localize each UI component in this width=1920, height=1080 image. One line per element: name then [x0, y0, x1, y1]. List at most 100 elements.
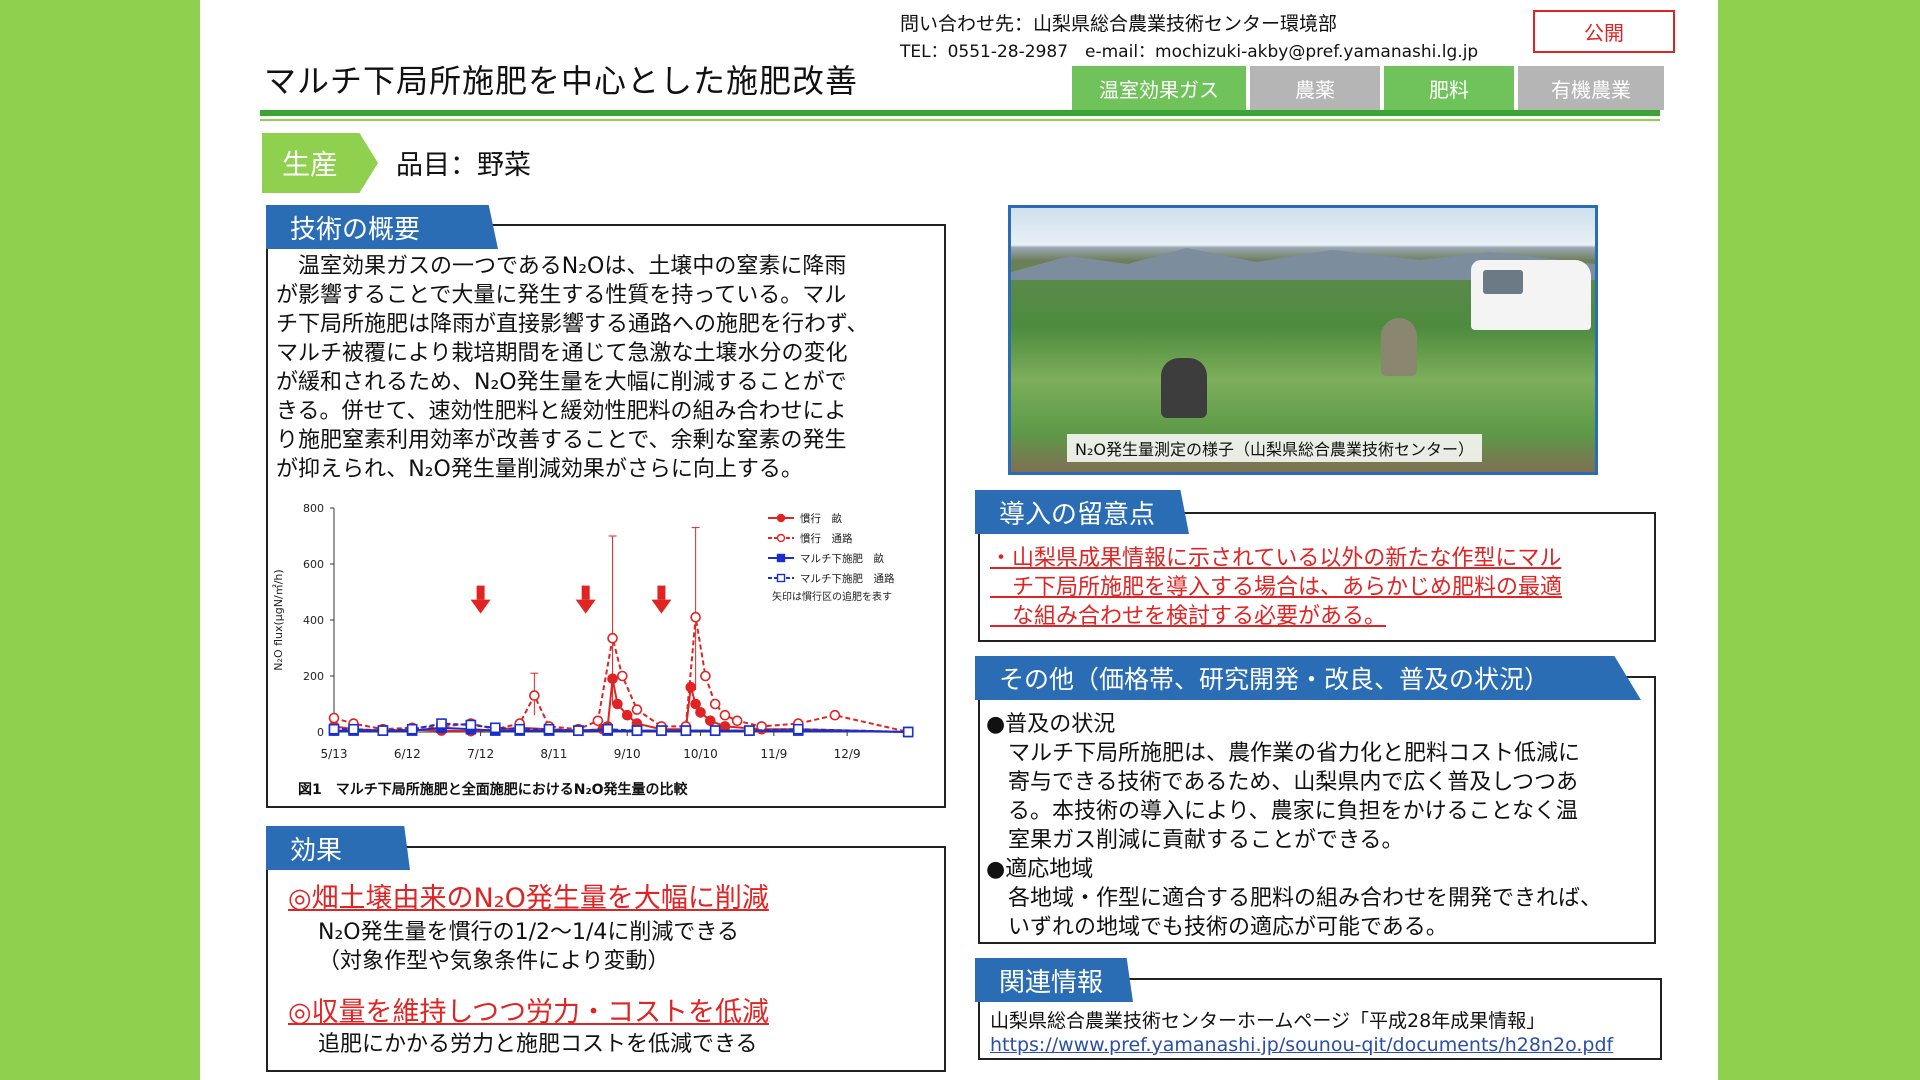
- data-point: [621, 709, 633, 721]
- page-title: マルチ下局所施肥を中心とした施肥改善: [264, 62, 859, 100]
- spread-heading: ●普及の状況: [986, 712, 1116, 737]
- data-point: [328, 712, 340, 724]
- header-rule: [260, 110, 1660, 116]
- legend-label: マルチ下施肥 通路: [800, 572, 895, 585]
- category-tab-organic[interactable]: 有機農業: [1518, 66, 1664, 110]
- sector-label: 生産: [262, 133, 378, 193]
- topdress-arrow-shaft: [657, 585, 666, 600]
- data-point: [690, 698, 701, 710]
- y-tick-label: 400: [303, 614, 324, 627]
- legend-note: 矢印は慣行区の追肥を表す: [772, 590, 892, 603]
- data-point: [514, 723, 526, 735]
- x-tick-label: 9/10: [614, 747, 641, 761]
- data-point: [680, 725, 692, 736]
- document-page: 問い合わせ先：山梨県総合農業技術センター環境部 TEL：0551-28-2987…: [200, 0, 1718, 1080]
- data-point: [792, 723, 804, 735]
- data-point: [656, 725, 667, 736]
- field-photo: N₂O発生量測定の様子（山梨県総合農業技術センター）: [1008, 205, 1598, 475]
- overview-line: が抑えられ、N₂O発生量削減効果がさらに向上する。: [276, 457, 803, 482]
- data-point: [690, 611, 701, 623]
- overview-line: マルチ被覆により栽培期間を通じて急激な土壌水分の変化: [276, 341, 848, 366]
- legend-marker: [776, 533, 786, 543]
- data-point: [631, 704, 643, 715]
- data-point: [631, 725, 643, 736]
- data-point: [328, 723, 340, 735]
- figure-caption: 図1 マルチ下局所施肥と全面施肥におけるN₂O発生量の比較: [298, 781, 688, 798]
- header-rule-thin: [260, 119, 1660, 121]
- data-point: [592, 715, 604, 727]
- item-label: 品目：野菜: [396, 150, 531, 181]
- y-tick-label: 800: [303, 502, 324, 515]
- legend-label: 慣行 通路: [800, 532, 853, 545]
- caution-line: な組み合わせを検討する必要がある。: [990, 604, 1387, 629]
- legend-label: マルチ下施肥 畝: [800, 552, 884, 565]
- effect-detail-2: 追肥にかかる労力と施肥コストを低減できる: [318, 1032, 758, 1057]
- related-label: 関連情報: [975, 958, 1133, 1002]
- data-point: [607, 673, 618, 685]
- data-point: [704, 715, 716, 727]
- data-point: [685, 681, 697, 693]
- y-tick-label: 0: [317, 726, 324, 739]
- data-point: [617, 670, 628, 682]
- overview-label: 技術の概要: [266, 205, 498, 249]
- data-point: [612, 698, 623, 710]
- data-point: [436, 718, 447, 729]
- caution-line: チ下局所施肥を導入する場合は、あらかじめ肥料の最適: [990, 575, 1563, 600]
- topdress-arrow-head: [470, 599, 491, 614]
- data-point: [902, 726, 914, 738]
- region-line: いずれの地域でも技術の適応が可能である。: [1008, 915, 1448, 940]
- photo-person: [1381, 318, 1417, 376]
- n2o-chart: 0 200 400 600 800 5/13 6/12 7/12 8/11 9/10 10/10 11…: [272, 502, 914, 798]
- data-point: [602, 723, 613, 735]
- data-point: [529, 690, 540, 701]
- overview-line: が影響することで大量に発生する性質を持っている。マル: [276, 283, 847, 308]
- data-point: [731, 715, 743, 727]
- overview-line: チ下局所施肥は降雨が直接影響する通路への施肥を行わず、: [276, 312, 869, 337]
- legend-marker: [776, 573, 786, 583]
- photo-van: [1471, 260, 1591, 330]
- x-tick-label: 5/13: [321, 747, 348, 761]
- topdress-arrow-shaft: [476, 585, 485, 600]
- category-tab-ghg[interactable]: 温室効果ガス: [1072, 66, 1246, 110]
- spread-line: マルチ下局所施肥は、農作業の省力化と肥料コスト低減に: [1008, 741, 1581, 766]
- region-line: 各地域・作型に適合する肥料の組み合わせを開発できれば、: [1008, 886, 1603, 911]
- y-axis-label: N₂O flux(μgN/㎡/h): [272, 569, 285, 670]
- related-link[interactable]: https://www.pref.yamanashi.jp/sounou-qit…: [990, 1034, 1613, 1056]
- data-point: [700, 670, 711, 682]
- overview-line: 温室効果ガスの一つであるN₂Oは、土壌中の窒素に降雨: [276, 254, 847, 279]
- effect-headline-2: ◎収量を維持しつつ労力・コストを低減: [288, 997, 769, 1028]
- spread-line: る。本技術の導入により、農家に負担をかけることなく温: [1008, 799, 1579, 824]
- spread-line: 寄与できる技術であるため、山梨県内で広く普及しつつあ: [1008, 770, 1579, 795]
- category-tab-fertilizer[interactable]: 肥料: [1384, 66, 1514, 110]
- data-point: [719, 721, 731, 732]
- region-heading: ●適応地域: [986, 857, 1094, 882]
- x-tick-label: 7/12: [467, 747, 494, 761]
- data-point: [543, 723, 555, 735]
- data-point: [709, 698, 721, 710]
- other-text: ●普及の状況 マルチ下局所施肥は、農作業の省力化と肥料コスト低減に 寄与できる技…: [986, 710, 1650, 942]
- caution-label: 導入の留意点: [975, 490, 1189, 534]
- category-tab-pesticide[interactable]: 農薬: [1250, 66, 1380, 110]
- related-text: 山梨県総合農業技術センターホームページ「平成28年成果情報」: [990, 1010, 1546, 1032]
- x-tick-label: 10/10: [683, 747, 718, 761]
- data-point: [829, 709, 841, 721]
- topdress-arrow-head: [651, 599, 672, 614]
- data-point: [377, 725, 389, 736]
- data-point: [573, 725, 584, 736]
- effect-detail-1b: （対象作型や気象条件により変動）: [318, 949, 670, 974]
- x-tick-label: 11/9: [760, 747, 787, 761]
- data-point: [709, 725, 721, 736]
- photo-caption: N₂O発生量測定の様子（山梨県総合農業技術センター）: [1067, 434, 1482, 462]
- spread-line: 室果ガス削減に貢献することができる。: [1008, 828, 1404, 853]
- effect-headline-1: ◎畑土壌由来のN₂O発生量を大幅に削減: [288, 883, 769, 914]
- contact-info: 問い合わせ先：山梨県総合農業技術センター環境部 TEL：0551-28-2987…: [900, 10, 1478, 66]
- photo-person: [1161, 358, 1207, 418]
- x-tick-label: 6/12: [394, 747, 421, 761]
- data-point: [607, 632, 618, 644]
- x-tick-label: 12/9: [834, 747, 861, 761]
- topdress-arrow-shaft: [581, 585, 590, 600]
- data-point: [744, 725, 755, 736]
- topdress-arrow-head: [575, 599, 596, 614]
- x-tick-label: 8/11: [540, 747, 567, 761]
- effects-label: 効果: [266, 826, 410, 870]
